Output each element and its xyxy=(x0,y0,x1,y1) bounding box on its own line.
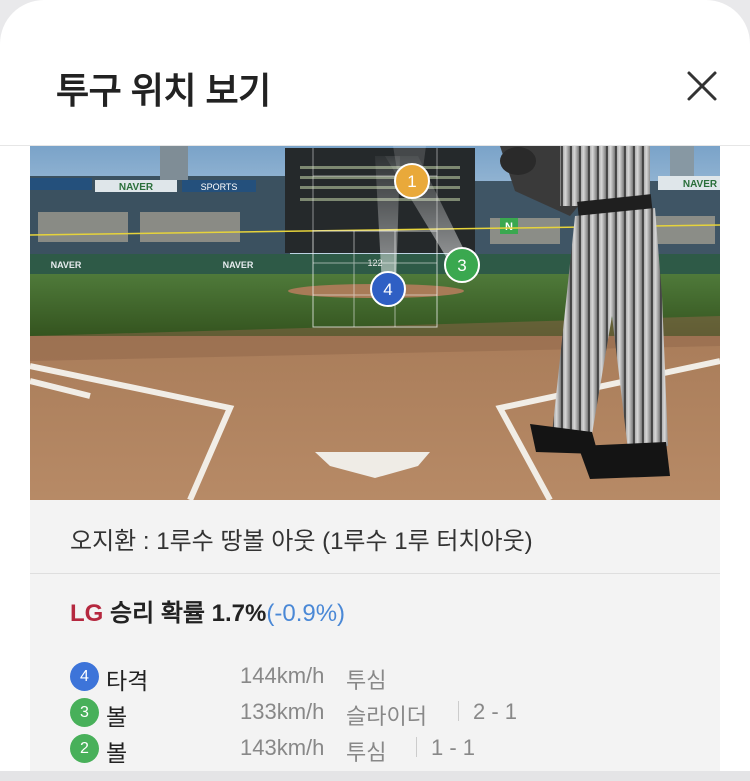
svg-text:N: N xyxy=(505,221,513,233)
win-probability: LG 승리 확률 1.7%(-0.9%) xyxy=(70,593,345,628)
pitch-result: 타격 xyxy=(106,668,149,694)
play-result-text: 오지환 : 1루수 땅볼 아웃 (1루수 1루 터치아웃) xyxy=(70,528,533,555)
play-result-panel: 오지환 : 1루수 땅볼 아웃 (1루수 1루 터치아웃) xyxy=(30,500,720,574)
pitch-type: 투심 xyxy=(346,740,387,765)
banner-text: SPORTS xyxy=(201,182,238,192)
pitch-speed: 143km/h xyxy=(240,735,325,760)
close-button[interactable] xyxy=(680,64,724,108)
svg-text:4: 4 xyxy=(383,280,392,299)
pitch-number-badge: 2 xyxy=(70,734,99,763)
pitch-marker[interactable]: 3 xyxy=(444,247,480,283)
win-probability-label: 승리 확률 1.7% xyxy=(110,600,267,627)
sheet-header: 투구 위치 보기 xyxy=(0,0,750,146)
close-icon xyxy=(687,71,717,101)
banner-text: NAVER xyxy=(119,182,154,193)
pitch-marker[interactable]: 1 xyxy=(394,163,430,199)
divider xyxy=(458,701,459,721)
banner-text: NAVER xyxy=(223,260,254,270)
pitch-count: 1 - 1 xyxy=(431,735,476,760)
pitch-row[interactable]: 2 볼 143km/h 투심 1 - 1 xyxy=(70,733,710,769)
team-name: LG xyxy=(70,600,104,627)
divider xyxy=(416,737,417,757)
pitch-list: 4 타격 144km/h 투심 3 볼 133km/h 슬라이더 2 - 1 2… xyxy=(70,661,710,769)
svg-text:3: 3 xyxy=(457,256,466,275)
pitch-type: 슬라이더 xyxy=(346,704,427,729)
pitch-number-badge: 4 xyxy=(70,662,99,691)
win-probability-delta: (-0.9%) xyxy=(266,600,346,627)
page-title: 투구 위치 보기 xyxy=(56,70,271,111)
pitch-number-badge: 3 xyxy=(70,698,99,727)
pitch-speed: 144km/h xyxy=(240,663,325,688)
pitch-result: 볼 xyxy=(106,740,128,766)
pitch-row[interactable]: 3 볼 133km/h 슬라이더 2 - 1 xyxy=(70,697,710,733)
pitch-speed: 133km/h xyxy=(240,699,325,724)
pitch-location-sheet: 투구 위치 보기 NAVER SPORTS NAVER NAVER NAVER … xyxy=(0,0,750,771)
sheet-content[interactable]: NAVER SPORTS NAVER NAVER NAVER N 122 1 3… xyxy=(30,146,720,771)
pitch-row[interactable]: 4 타격 144km/h 투심 xyxy=(70,661,710,697)
zone-speed-label: 122 xyxy=(367,258,382,268)
banner-text: NAVER xyxy=(51,260,82,270)
banner-text: NAVER xyxy=(683,179,718,190)
pitch-count: 2 - 1 xyxy=(473,699,518,724)
pitch-marker[interactable]: 4 xyxy=(370,271,406,307)
bottom-edge xyxy=(0,771,750,781)
pitch-result: 볼 xyxy=(106,704,128,730)
svg-text:1: 1 xyxy=(407,172,416,191)
pitch-type: 투심 xyxy=(346,668,387,693)
pitch-location-view: NAVER SPORTS NAVER NAVER NAVER N 122 1 3… xyxy=(30,146,720,500)
